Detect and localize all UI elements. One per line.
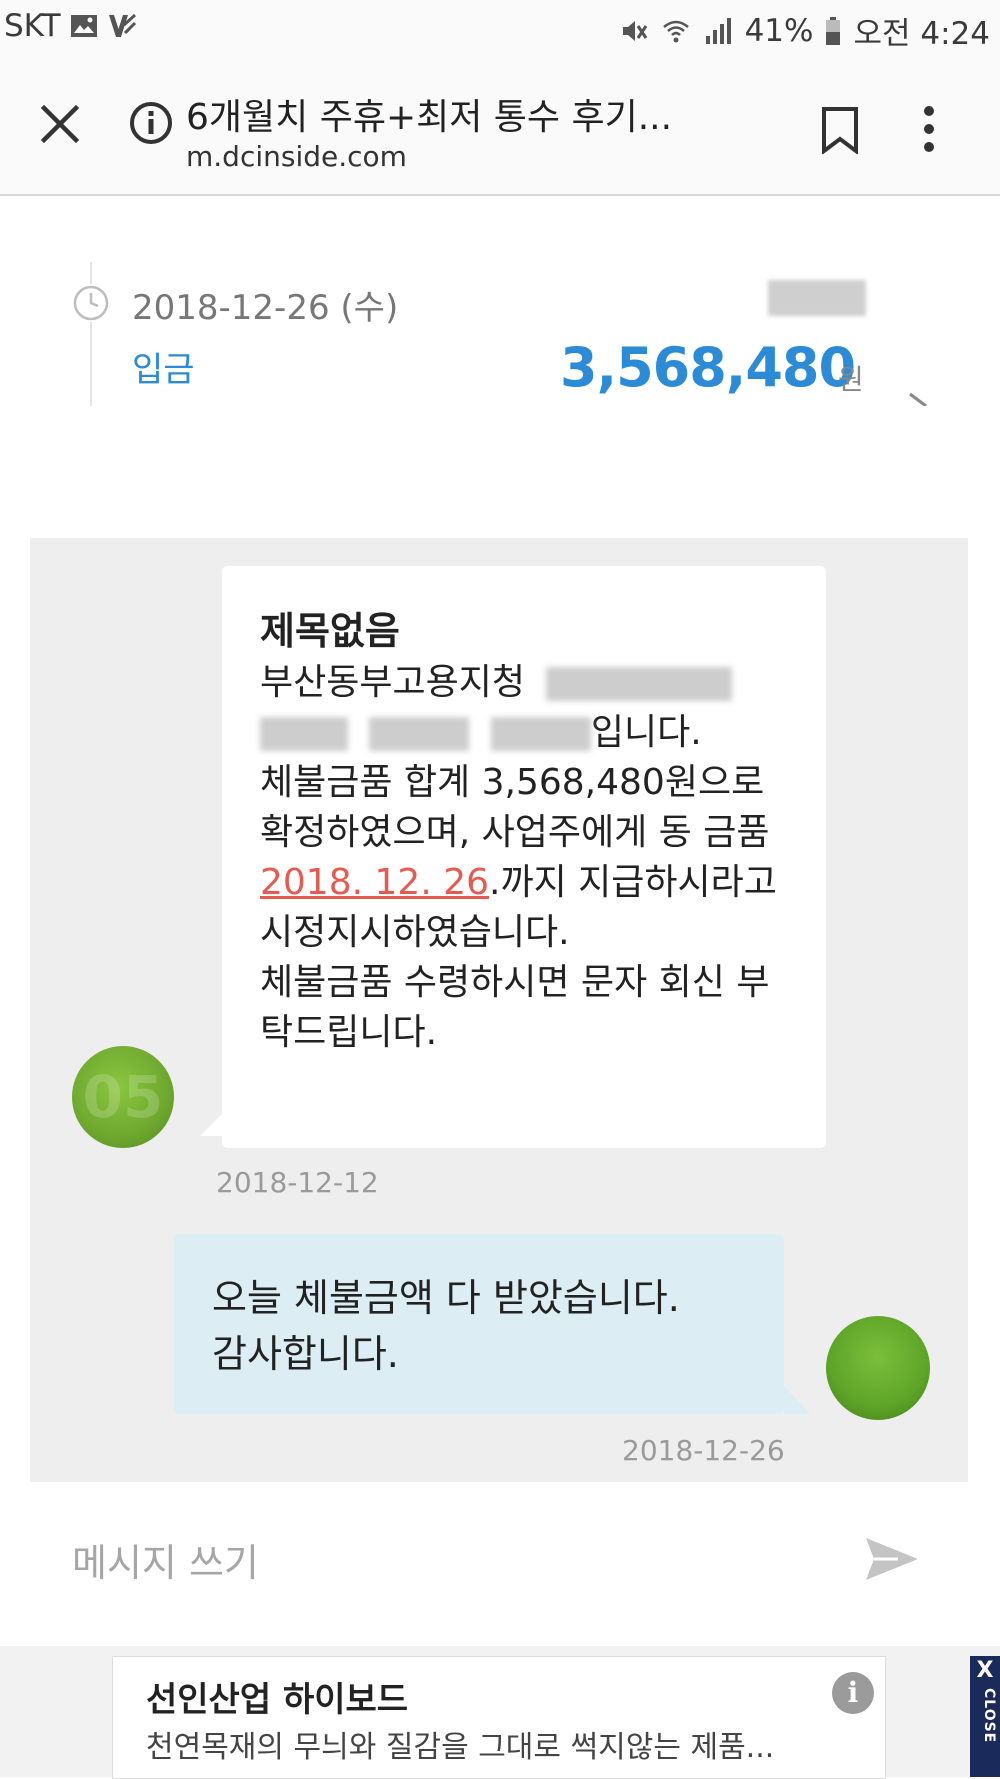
send-icon[interactable] [864, 1534, 920, 1584]
outgoing-bubble-tail [784, 1386, 810, 1414]
status-bar: SKT 41% 오전 4:24 [0, 0, 1000, 58]
ad-subtitle[interactable]: 천연목재의 무늬와 질감을 그대로 썩지않는 제품... [146, 1722, 774, 1766]
user-avatar[interactable] [826, 1316, 930, 1420]
incoming-message-text: 부산동부고용지청 입니다. 체불금품 합계 3,568,480원으로 확정하였으… [260, 658, 800, 1058]
signal-icon [705, 17, 731, 44]
ad-title[interactable]: 선인산업 하이보드 [146, 1672, 408, 1721]
outgoing-message-date: 2018-12-26 [622, 1434, 785, 1467]
message-line: 입니다. [590, 712, 702, 753]
page-url: m.dcinside.com [186, 140, 407, 173]
currency-label: 원 [838, 363, 864, 396]
message-subject: 제목없음 [260, 609, 400, 653]
incoming-bubble-tail [200, 1110, 226, 1136]
avatar-pattern-icon: 05 [82, 1063, 164, 1131]
redacted-text [369, 717, 470, 751]
close-icon: X [976, 1658, 994, 1683]
carrier-label: SKT [4, 8, 61, 44]
date-link[interactable]: 2018. 12. 26 [260, 862, 489, 903]
message-line: 체불금품 합계 3,568,480원으로 확정하였으며, 사업주에게 동 금품 [260, 762, 770, 853]
info-icon[interactable] [128, 100, 174, 146]
close-icon[interactable] [36, 100, 84, 148]
wifi-icon [662, 20, 689, 42]
bookmark-icon[interactable] [820, 106, 860, 154]
message-line: 오늘 체불금액 다 받았습니다. [212, 1276, 680, 1320]
chevron-right-icon[interactable] [906, 392, 934, 406]
image-icon [70, 15, 97, 37]
transaction-date: 2018-12-26 (수) [132, 288, 399, 328]
browser-toolbar: 6개월치 주휴+최저 통수 후기... m.dcinside.com [0, 58, 1000, 196]
ad-close-label: CLOSE [981, 1688, 997, 1744]
page-title: 6개월치 주휴+최저 통수 후기... [186, 97, 673, 138]
battery-icon [826, 16, 841, 45]
transaction-amount: 3,568,480 [560, 336, 856, 399]
redacted-text [546, 667, 733, 701]
message-input[interactable]: 메시지 쓰기 [72, 1532, 259, 1587]
redacted-text [260, 717, 348, 751]
v3-app-icon [108, 13, 136, 37]
clock-icon [72, 284, 110, 322]
incoming-message-date: 2018-12-12 [216, 1166, 379, 1199]
redacted-account [768, 280, 866, 316]
ad-close-button[interactable]: X CLOSE [970, 1656, 1000, 1777]
more-vert-icon[interactable] [922, 104, 936, 154]
battery-percent: 41% [744, 12, 814, 49]
mute-icon [622, 20, 647, 41]
outgoing-message-text: 오늘 체불금액 다 받았습니다. 감사합니다. [212, 1270, 772, 1382]
clock-time: 오전 4:24 [853, 16, 990, 52]
message-line: 감사합니다. [212, 1332, 399, 1376]
transaction-type: 입금 [132, 350, 195, 390]
ad-info-icon[interactable]: i [832, 1672, 874, 1714]
message-line: 부산동부고용지청 [260, 662, 525, 703]
message-line: 체불금품 수령하시면 문자 회신 부탁드립니다. [260, 962, 770, 1053]
redacted-text [490, 717, 591, 751]
